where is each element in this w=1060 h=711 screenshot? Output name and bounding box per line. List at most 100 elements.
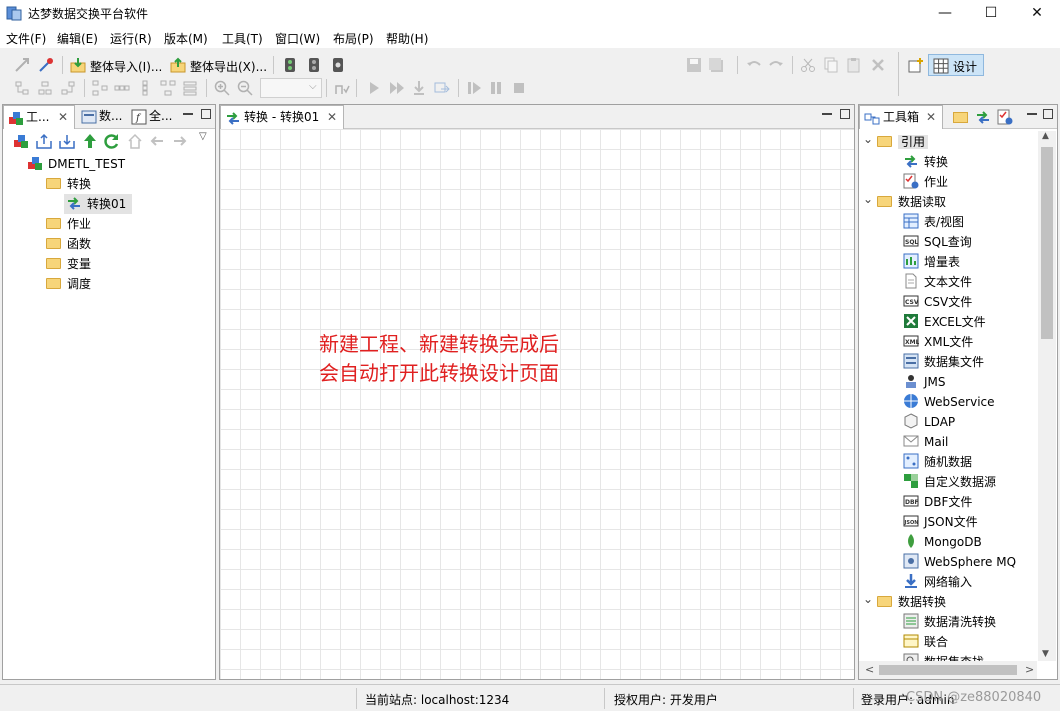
menu-file[interactable]: 文件(F)	[6, 30, 46, 47]
chevron-down-icon[interactable]: ⌄	[863, 192, 877, 206]
toolbox-item[interactable]: 表/视图	[903, 212, 964, 232]
toolbox-group-data-transform[interactable]: ⌄ 数据转换	[863, 592, 946, 612]
toolbox-item[interactable]: 增量表	[903, 252, 960, 272]
toolbox-item[interactable]: JMS	[903, 372, 946, 392]
forward-arrow-icon[interactable]	[172, 133, 188, 149]
tab-global[interactable]: f 全...	[129, 105, 175, 129]
job-icon[interactable]	[997, 109, 1013, 125]
minimize-button[interactable]: —	[922, 0, 968, 26]
up-arrow-icon[interactable]	[82, 133, 98, 149]
toolbox-vscrollbar[interactable]: ▲ ▼	[1038, 131, 1056, 661]
save-icon[interactable]	[686, 57, 702, 73]
design-canvas[interactable]: 新建工程、新建转换完成后 会自动打开此转换设计页面	[220, 129, 854, 679]
preview-icon[interactable]	[434, 80, 450, 96]
step-into-icon[interactable]	[411, 80, 427, 96]
delete-icon[interactable]	[870, 57, 886, 73]
toolbox-item[interactable]: 随机数据	[903, 452, 972, 472]
disconnect-icon[interactable]	[38, 57, 54, 73]
tab-transform01[interactable]: 转换 - 转换01 ✕	[220, 105, 344, 129]
maximize-view-icon[interactable]	[840, 109, 850, 119]
export-all-button[interactable]: 整体导出(X)...	[190, 58, 267, 75]
menu-version[interactable]: 版本(M)	[164, 30, 208, 47]
close-button[interactable]: ✕	[1014, 0, 1060, 26]
close-icon[interactable]: ✕	[926, 106, 936, 128]
debug-db-icon[interactable]	[330, 57, 346, 73]
menu-layout[interactable]: 布局(P)	[333, 30, 374, 47]
import-project-icon[interactable]	[59, 133, 75, 149]
home-icon[interactable]	[127, 133, 143, 149]
minimize-view-icon[interactable]	[1027, 109, 1037, 119]
redo-icon[interactable]	[768, 57, 784, 73]
layout-horizontal-icon[interactable]	[114, 80, 130, 96]
toolbox-item[interactable]: 文本文件	[903, 272, 972, 292]
menu-run[interactable]: 运行(R)	[110, 30, 152, 47]
cut-icon[interactable]	[800, 57, 816, 73]
run-icon[interactable]	[366, 80, 382, 96]
tree-folder-schedule[interactable]: 调度	[46, 274, 91, 294]
paste-icon[interactable]	[846, 57, 862, 73]
layout-stack-icon[interactable]	[182, 80, 198, 96]
zoom-in-icon[interactable]	[214, 80, 230, 96]
scroll-right-icon[interactable]: >	[1025, 663, 1034, 676]
open-perspective-icon[interactable]	[908, 57, 924, 73]
menu-window[interactable]: 窗口(W)	[275, 30, 320, 47]
scroll-up-icon[interactable]: ▲	[1042, 131, 1049, 141]
chevron-down-icon[interactable]: ⌄	[863, 592, 877, 606]
toolbox-item[interactable]: 数据清洗转换	[903, 612, 996, 632]
toolbox-item[interactable]: 转换	[903, 152, 948, 172]
back-arrow-icon[interactable]	[149, 133, 165, 149]
connect-icon[interactable]	[14, 57, 30, 73]
stop-icon[interactable]	[511, 80, 527, 96]
menu-tools[interactable]: 工具(T)	[222, 30, 263, 47]
toolbox-item[interactable]: WebService	[903, 392, 995, 412]
maximize-view-icon[interactable]	[201, 109, 211, 119]
maximize-button[interactable]: ☐	[968, 0, 1014, 26]
resume-icon[interactable]	[466, 80, 482, 96]
zoom-out-icon[interactable]	[237, 80, 253, 96]
chevron-down-icon[interactable]: ⌄	[863, 132, 877, 146]
toolbox-item[interactable]: XML XML文件	[903, 332, 973, 352]
zoom-select[interactable]: ⌵	[260, 78, 322, 98]
tab-database[interactable]: 数...	[79, 105, 127, 129]
design-perspective-button[interactable]: 设计	[928, 54, 984, 76]
tree-root[interactable]: DMETL_TEST	[27, 154, 125, 174]
toolbox-hscrollbar[interactable]: < >	[859, 661, 1037, 679]
transform-icon[interactable]	[975, 109, 991, 125]
new-project-icon[interactable]	[13, 133, 29, 149]
toolbox-item[interactable]: 数据集查找	[903, 652, 984, 661]
tree-folder-transform[interactable]: 转换	[46, 174, 91, 194]
close-icon[interactable]: ✕	[327, 106, 337, 128]
toolbox-group-reference[interactable]: ⌄ 引用	[863, 132, 929, 152]
view-menu-icon[interactable]: ▽	[199, 131, 207, 142]
toolbox-item[interactable]: MongoDB	[903, 532, 982, 552]
scroll-down-icon[interactable]: ▼	[1042, 649, 1049, 659]
undo-icon[interactable]	[746, 57, 762, 73]
scroll-left-icon[interactable]: <	[865, 663, 874, 676]
run-db-icon[interactable]	[282, 57, 298, 73]
toolbox-group-data-read[interactable]: ⌄ 数据读取	[863, 192, 946, 212]
tab-toolbox[interactable]: 工具箱 ✕	[859, 105, 943, 129]
copy-icon[interactable]	[823, 57, 839, 73]
validate-icon[interactable]	[334, 80, 350, 96]
layout-tree-icon[interactable]	[92, 80, 108, 96]
pause-icon[interactable]	[488, 80, 504, 96]
toolbox-item[interactable]: JSON JSON文件	[903, 512, 978, 532]
toolbox-item[interactable]: 自定义数据源	[903, 472, 996, 492]
tree-folder-variable[interactable]: 变量	[46, 254, 91, 274]
align-right-icon[interactable]	[60, 80, 76, 96]
import-all-icon[interactable]	[70, 57, 86, 73]
scroll-thumb[interactable]	[1041, 147, 1053, 339]
toolbox-item[interactable]: LDAP	[903, 412, 955, 432]
maximize-view-icon[interactable]	[1043, 109, 1053, 119]
toolbox-item[interactable]: 作业	[903, 172, 948, 192]
toolbox-item[interactable]: EXCEL文件	[903, 312, 986, 332]
minimize-view-icon[interactable]	[183, 109, 193, 119]
align-center-icon[interactable]	[37, 80, 53, 96]
layout-spread-icon[interactable]	[160, 80, 176, 96]
toolbox-item[interactable]: 联合	[903, 632, 948, 652]
run-step-icon[interactable]	[389, 80, 405, 96]
export-project-icon[interactable]	[36, 133, 52, 149]
import-all-button[interactable]: 整体导入(I)...	[90, 58, 162, 75]
scroll-thumb[interactable]	[879, 665, 1017, 675]
folder-icon[interactable]	[953, 112, 968, 123]
